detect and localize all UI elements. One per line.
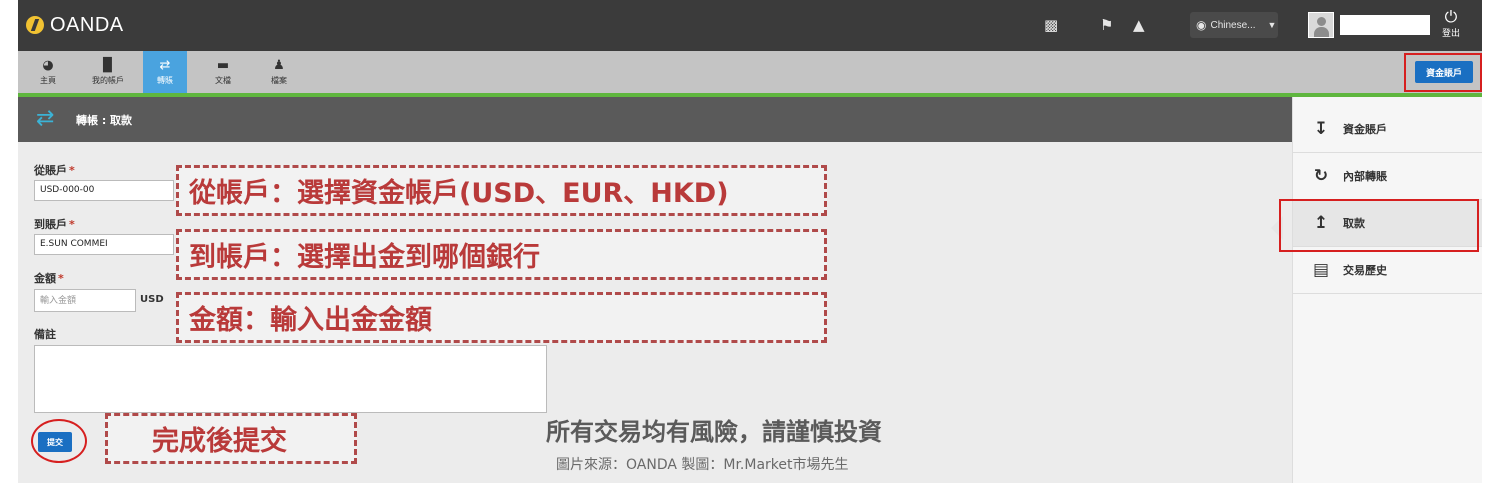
side-item-label: 交易歷史 (1343, 264, 1387, 277)
transfer-icon: ⇄ (159, 58, 171, 73)
dashboard-icon: ◕ (42, 58, 54, 73)
currency-label: USD (140, 294, 164, 305)
image-source-credit: 圖片來源：OANDA 製圖：Mr.Market市場先生 (556, 457, 849, 473)
logout-label: 登出 (1441, 29, 1460, 39)
note-label: 備註 (34, 328, 56, 341)
flag-icon[interactable]: ⚑ (1100, 16, 1113, 34)
nav-label: 我的帳戶 (92, 76, 124, 85)
profile-icon: ♟ (273, 58, 285, 73)
app-window: OANDA ▩ ⚑ ▲ ◉ Chinese... ▼ ⏻ 登出 ◕ 主頁 ▉ 我… (18, 0, 1482, 483)
submit-highlight-circle (31, 419, 87, 463)
page-header: ⇄ 轉帳 : 取款 (18, 97, 1292, 142)
nav-label: 主頁 (40, 76, 56, 85)
warning-icon[interactable]: ▲ (1133, 16, 1145, 34)
nav-item-my-account[interactable]: ▉ 我的帳戶 (88, 51, 128, 93)
side-item-trade-history[interactable]: ▤ 交易歷史 (1293, 247, 1482, 294)
bar-chart-icon: ▉ (103, 58, 113, 73)
withdraw-highlight (1279, 199, 1479, 252)
nav-label: 檔案 (271, 76, 287, 85)
risk-disclaimer: 所有交易均有風險，請謹慎投資 (546, 418, 882, 446)
oanda-logo[interactable]: OANDA (26, 12, 124, 38)
annotation-amount: 金額：輸入出金金額 (176, 292, 827, 343)
main-nav: ◕ 主頁 ▉ 我的帳戶 ⇄ 轉賬 ▬ 文檔 ♟ 檔案 資金賬戶 (18, 51, 1482, 93)
fund-button-highlight (1404, 53, 1482, 92)
amount-input[interactable] (34, 289, 136, 312)
logout-button[interactable]: ⏻ 登出 (1436, 7, 1466, 40)
fund-account-icon: ↧ (1313, 119, 1329, 139)
globe-icon: ◉ (1196, 18, 1207, 32)
chevron-down-icon: ▼ (1267, 20, 1277, 30)
top-bar: OANDA ▩ ⚑ ▲ ◉ Chinese... ▼ ⏻ 登出 (18, 0, 1482, 51)
side-panel: ↧ 資金賬戶 ↻ 內部轉賬 ↥ 取款 ▤ 交易歷史 (1292, 97, 1482, 483)
nav-item-transfer[interactable]: ⇄ 轉賬 (143, 51, 187, 93)
history-icon: ▤ (1312, 260, 1330, 280)
power-icon: ⏻ (1444, 7, 1458, 26)
page-title: 轉帳 : 取款 (76, 114, 133, 127)
monitor-icon[interactable]: ▩ (1044, 16, 1058, 34)
side-item-label: 內部轉賬 (1343, 170, 1387, 183)
to-account-select[interactable]: E.SUN COMMEI (34, 234, 174, 255)
transfer-icon: ⇄ (36, 106, 55, 131)
internal-transfer-icon: ↻ (1313, 166, 1329, 186)
annotation-submit: 完成後提交 (105, 413, 357, 464)
from-account-label: 從賬戶 * (34, 164, 75, 177)
note-textarea[interactable] (34, 345, 547, 413)
annotation-to-account: 到帳戶：選擇出金到哪個銀行 (176, 229, 827, 280)
oanda-logo-icon (26, 16, 44, 34)
amount-label: 金額 * (34, 272, 64, 285)
side-item-internal-transfer[interactable]: ↻ 內部轉賬 (1293, 153, 1482, 200)
nav-item-profile[interactable]: ♟ 檔案 (259, 51, 299, 93)
user-avatar[interactable] (1308, 12, 1334, 38)
annotation-from-account: 從帳戶：選擇資金帳戶(USD、EUR、HKD) (176, 165, 827, 216)
user-name-redacted (1340, 15, 1430, 35)
nav-item-documents[interactable]: ▬ 文檔 (203, 51, 243, 93)
nav-item-home[interactable]: ◕ 主頁 (28, 51, 68, 93)
side-item-fund-account[interactable]: ↧ 資金賬戶 (1293, 106, 1482, 153)
nav-label: 文檔 (215, 76, 231, 85)
language-value: Chinese... (1210, 19, 1256, 31)
folder-icon: ▬ (216, 58, 230, 73)
nav-label: 轉賬 (157, 76, 173, 85)
side-item-label: 資金賬戶 (1343, 123, 1387, 136)
logo-text: OANDA (50, 13, 124, 36)
from-account-select[interactable]: USD-000-00 (34, 180, 174, 201)
to-account-label: 到賬戶 * (34, 218, 75, 231)
language-select[interactable]: ◉ Chinese... ▼ (1190, 12, 1278, 38)
